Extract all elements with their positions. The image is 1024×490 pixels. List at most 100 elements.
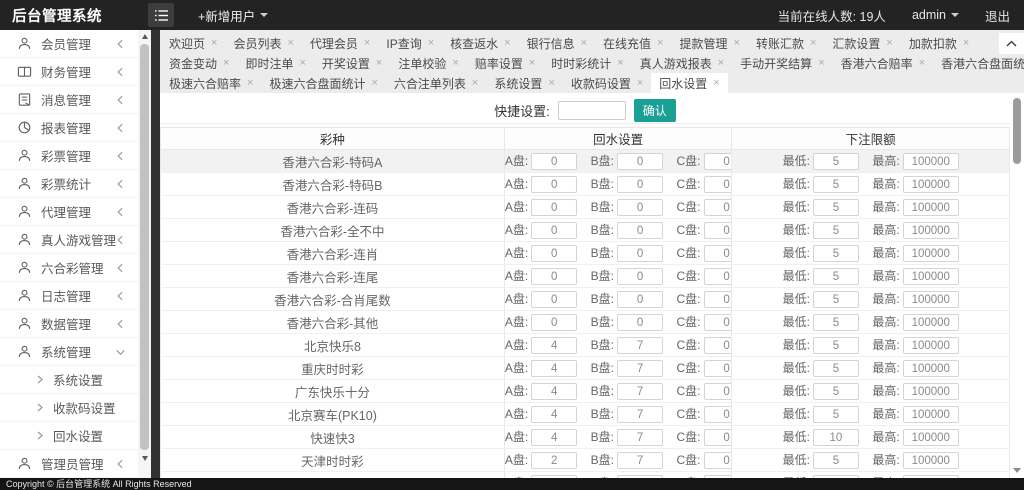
c-pan-input[interactable] (703, 360, 731, 378)
sidebar-item[interactable]: 真人游戏管理 (0, 226, 138, 254)
sidebar-item[interactable]: 管理员管理 (0, 450, 138, 478)
tab-close-icon[interactable]: × (371, 77, 377, 89)
tab[interactable]: 银行信息 × (519, 33, 595, 53)
max-input[interactable] (902, 176, 959, 194)
scroll-down-button[interactable] (138, 452, 151, 465)
c-pan-input[interactable] (703, 429, 731, 447)
c-pan-input[interactable] (703, 291, 731, 309)
min-input[interactable] (812, 199, 859, 217)
tab-close-icon[interactable]: × (734, 37, 740, 49)
tab-close-icon[interactable]: × (211, 37, 217, 49)
max-input[interactable] (902, 291, 959, 309)
c-pan-input[interactable] (703, 153, 731, 171)
tab-close-icon[interactable]: × (299, 57, 305, 69)
sidebar-scroll-thumb[interactable] (140, 44, 149, 450)
max-input[interactable] (902, 199, 959, 217)
tab[interactable]: 转账汇款 × (748, 33, 824, 53)
sidebar-scrollbar[interactable] (138, 30, 151, 478)
min-input[interactable] (812, 314, 859, 332)
min-input[interactable] (812, 268, 859, 286)
content-scrollbar[interactable] (1010, 93, 1024, 478)
max-input[interactable] (902, 383, 959, 401)
tab[interactable]: 香港六合盘面统计 × (933, 53, 1024, 73)
tab[interactable]: 系统设置 × (486, 73, 562, 93)
tab[interactable]: 收款码设置 × (563, 73, 651, 93)
b-pan-input[interactable] (617, 406, 664, 424)
a-pan-input[interactable] (531, 475, 578, 478)
sidebar-item[interactable]: 日志管理 (0, 282, 138, 310)
c-pan-input[interactable] (703, 314, 731, 332)
tab[interactable]: 资金变动 × (161, 53, 237, 73)
tab-close-icon[interactable]: × (548, 77, 554, 89)
max-input[interactable] (902, 245, 959, 263)
min-input[interactable] (812, 245, 859, 263)
content-scroll-thumb[interactable] (1013, 98, 1021, 164)
min-input[interactable] (812, 452, 859, 470)
tab-close-icon[interactable]: × (376, 57, 382, 69)
tab-close-icon[interactable]: × (963, 37, 969, 49)
tab-close-icon[interactable]: × (581, 37, 587, 49)
max-input[interactable] (902, 452, 959, 470)
a-pan-input[interactable] (531, 176, 578, 194)
admin-dropdown[interactable]: admin (912, 8, 959, 22)
tab[interactable]: 极速六合盘面统计 × (261, 73, 385, 93)
tab-close-icon[interactable]: × (504, 37, 510, 49)
tab-close-icon[interactable]: × (452, 57, 458, 69)
b-pan-input[interactable] (617, 153, 664, 171)
tab-close-icon[interactable]: × (657, 37, 663, 49)
max-input[interactable] (902, 268, 959, 286)
tabbar-collapse-button[interactable] (999, 33, 1024, 54)
min-input[interactable] (812, 222, 859, 240)
c-pan-input[interactable] (703, 383, 731, 401)
b-pan-input[interactable] (617, 268, 664, 286)
b-pan-input[interactable] (617, 222, 664, 240)
a-pan-input[interactable] (531, 199, 578, 217)
tab-close-icon[interactable]: × (818, 57, 824, 69)
sidebar-item[interactable]: 彩票统计 (0, 170, 138, 198)
min-input[interactable] (812, 383, 859, 401)
tab[interactable]: IP查询 × (378, 33, 442, 53)
min-input[interactable] (812, 153, 859, 171)
a-pan-input[interactable] (531, 429, 578, 447)
tab[interactable]: 六合注单列表 × (386, 73, 486, 93)
b-pan-input[interactable] (617, 337, 664, 355)
new-user-dropdown[interactable]: +新增用户 (198, 6, 269, 25)
b-pan-input[interactable] (617, 429, 664, 447)
quick-setting-input[interactable] (557, 100, 626, 120)
tab[interactable]: 注单校验 × (390, 53, 466, 73)
tab-close-icon[interactable]: × (223, 57, 229, 69)
tab-close-icon[interactable]: × (810, 37, 816, 49)
tab[interactable]: 会员列表 × (225, 33, 301, 53)
sidebar-item[interactable]: 彩票管理 (0, 142, 138, 170)
c-pan-input[interactable] (703, 337, 731, 355)
b-pan-input[interactable] (617, 291, 664, 309)
min-input[interactable] (812, 475, 859, 478)
tab-close-icon[interactable]: × (713, 77, 719, 89)
tab-close-icon[interactable]: × (529, 57, 535, 69)
a-pan-input[interactable] (531, 406, 578, 424)
c-pan-input[interactable] (703, 199, 731, 217)
max-input[interactable] (902, 429, 959, 447)
c-pan-input[interactable] (703, 452, 731, 470)
c-pan-input[interactable] (703, 406, 731, 424)
tab[interactable]: 欢迎页 × (161, 33, 225, 53)
tab[interactable]: 回水设置 × (651, 73, 728, 93)
a-pan-input[interactable] (531, 452, 578, 470)
sidebar-item[interactable]: 六合彩管理 (0, 254, 138, 282)
sidebar-subitem[interactable]: 系统设置 (0, 366, 138, 394)
tab-close-icon[interactable]: × (617, 57, 623, 69)
tab-close-icon[interactable]: × (718, 57, 724, 69)
b-pan-input[interactable] (617, 199, 664, 217)
tab-close-icon[interactable]: × (428, 37, 434, 49)
max-input[interactable] (902, 337, 959, 355)
sidebar-item[interactable]: 系统管理 (0, 338, 138, 366)
max-input[interactable] (902, 475, 959, 478)
tab[interactable]: 时时彩统计 × (543, 53, 631, 73)
min-input[interactable] (812, 429, 859, 447)
a-pan-input[interactable] (531, 245, 578, 263)
a-pan-input[interactable] (531, 222, 578, 240)
a-pan-input[interactable] (531, 268, 578, 286)
sidebar-item[interactable]: 消息管理 (0, 86, 138, 114)
a-pan-input[interactable] (531, 337, 578, 355)
tab[interactable]: 即时注单 × (237, 53, 313, 73)
